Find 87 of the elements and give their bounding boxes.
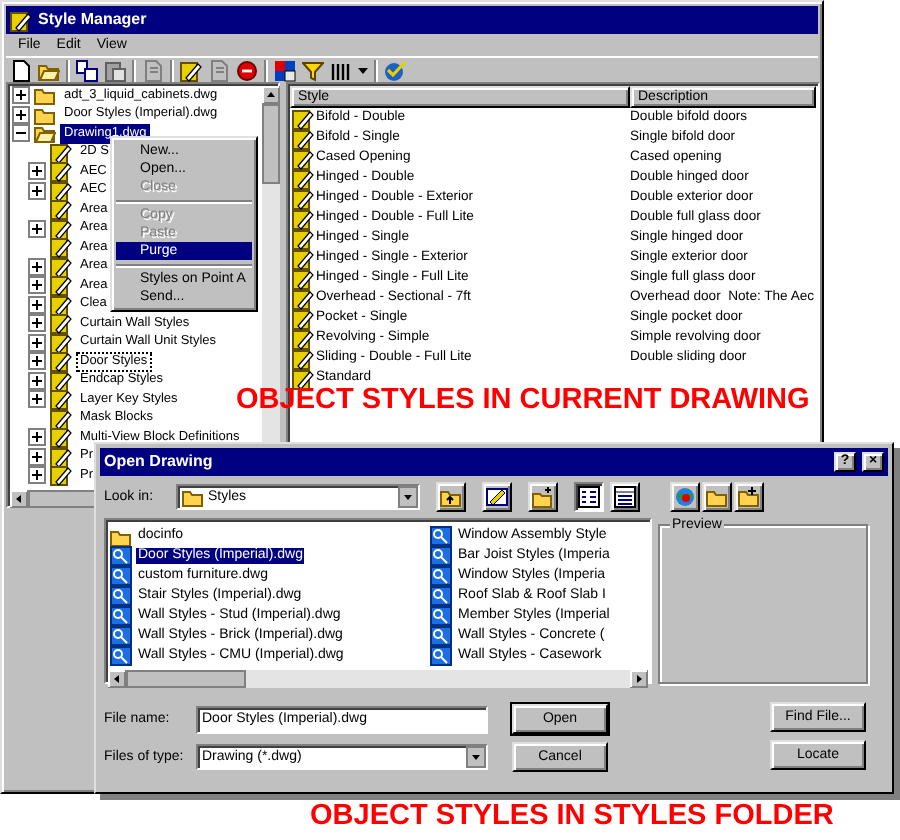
style-icon: [50, 331, 72, 354]
expand-button[interactable]: [28, 466, 46, 485]
expand-button[interactable]: [28, 276, 46, 295]
drawing-file-icon: [430, 545, 452, 567]
door-style-icon: [292, 328, 314, 350]
style-icon: [50, 464, 72, 487]
stop-icon[interactable]: [236, 59, 258, 81]
paste-icon[interactable]: [104, 59, 126, 81]
style-icon: [50, 236, 72, 259]
expand-button[interactable]: [28, 390, 46, 409]
expand-button[interactable]: [28, 219, 46, 238]
style-icon: [50, 217, 72, 240]
style-icon: [50, 407, 72, 430]
door-style-icon: [292, 248, 314, 270]
door-style-icon: [292, 288, 314, 310]
bars-icon[interactable]: [330, 59, 352, 81]
style-icon: [50, 369, 72, 392]
style-icon: [50, 179, 72, 202]
style-icon: [50, 198, 72, 221]
door-style-icon: [292, 108, 314, 130]
drawing-file-icon: [430, 525, 452, 547]
expand-button[interactable]: [28, 314, 46, 333]
folder-icon: [34, 103, 56, 126]
door-style-icon: [292, 348, 314, 370]
style-icon: [50, 160, 72, 183]
door-style-icon: [292, 208, 314, 230]
open-folder-icon[interactable]: [38, 59, 60, 81]
style-icon: [50, 274, 72, 297]
door-style-icon: [292, 168, 314, 190]
window-title: Style Manager: [38, 12, 147, 28]
drawing-file-icon: [110, 565, 132, 587]
style-icon: [50, 445, 72, 468]
expand-button[interactable]: [28, 181, 46, 200]
expand-button[interactable]: [12, 105, 30, 124]
drawing-file-icon: [430, 625, 452, 647]
door-style-icon: [292, 148, 314, 170]
drawing-file-icon: [430, 605, 452, 627]
drawing-file-icon: [430, 585, 452, 607]
globe-check-icon[interactable]: [384, 59, 406, 81]
up-folder-icon[interactable]: [440, 485, 462, 507]
drawing-file-icon: [110, 625, 132, 647]
drawing-file-icon: [430, 645, 452, 667]
folder-icon: [34, 86, 56, 107]
style-icon: [50, 312, 72, 335]
drawing-file-icon: [430, 565, 452, 587]
folder-icon: [182, 485, 204, 507]
app-icon: [10, 9, 32, 31]
drawing-file-icon: [110, 605, 132, 627]
style-icon: [50, 255, 72, 278]
new-folder-icon[interactable]: [532, 485, 554, 507]
expand-button[interactable]: [28, 162, 46, 181]
expand-button[interactable]: [28, 371, 46, 390]
add-folder-icon[interactable]: [738, 485, 760, 507]
expand-button[interactable]: [28, 428, 46, 447]
list-view-button[interactable]: [574, 481, 604, 511]
door-style-icon: [292, 228, 314, 250]
desktop-icon[interactable]: [486, 485, 508, 507]
folder-icon: [110, 525, 132, 547]
drawing-file-icon: [110, 645, 132, 667]
door-style-icon: [292, 268, 314, 290]
folder-icon: [34, 122, 56, 145]
window-title: Open Drawing: [104, 454, 213, 470]
pencil-icon[interactable]: [180, 59, 202, 81]
door-style-icon: [292, 368, 314, 390]
details-view-button[interactable]: [610, 481, 640, 511]
drawing-file-icon: [110, 545, 132, 567]
door-style-icon: [292, 308, 314, 330]
annotation-text: OBJECT STYLES IN STYLES FOLDER: [310, 802, 834, 831]
expand-button[interactable]: [12, 86, 30, 105]
expand-button[interactable]: [28, 447, 46, 466]
horizontal-scrollbar[interactable]: [108, 670, 648, 688]
grid-icon[interactable]: [274, 59, 296, 81]
expand-button[interactable]: [28, 257, 46, 276]
style-icon: [50, 350, 72, 373]
style-icon: [50, 141, 72, 164]
copy-icon[interactable]: [76, 59, 98, 81]
collapse-button[interactable]: [12, 124, 30, 143]
door-style-icon: [292, 188, 314, 210]
style-icon: [50, 426, 72, 449]
expand-button[interactable]: [28, 295, 46, 314]
folder-icon[interactable]: [706, 485, 728, 507]
style-icon: [50, 388, 72, 411]
expand-button[interactable]: [28, 333, 46, 352]
expand-button[interactable]: [28, 352, 46, 371]
door-style-icon: [292, 128, 314, 150]
drawing-file-icon: [110, 585, 132, 607]
style-icon: [50, 293, 72, 316]
